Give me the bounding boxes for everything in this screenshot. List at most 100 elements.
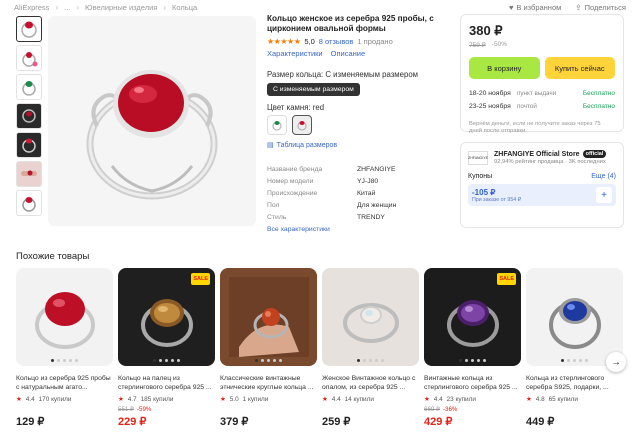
delivery-row[interactable]: 18-20 ноября пункт выдачи Бесплатно — [469, 87, 615, 100]
chevron-right-icon: › — [76, 2, 80, 12]
product-card[interactable]: SALE Винтажные кольца из стерлингового с… — [424, 268, 521, 428]
star-icon: ★ — [424, 396, 430, 403]
breadcrumb-item[interactable]: AliExpress — [14, 3, 49, 12]
product-card-image[interactable] — [16, 268, 113, 366]
card-price: 129 ₽ — [16, 416, 45, 428]
product-card[interactable]: Женское Винтажное кольцо с опалом, из се… — [322, 268, 419, 428]
thumbnail[interactable] — [16, 161, 42, 187]
card-price: 379 ₽ — [220, 416, 249, 428]
product-card-image[interactable]: SALE — [424, 268, 521, 366]
color-swatch-red[interactable] — [292, 115, 312, 135]
coupons-more-link[interactable]: Еще (4) — [591, 173, 616, 180]
delivery-way: почтой — [517, 103, 537, 110]
breadcrumb-item[interactable]: ... — [64, 3, 70, 12]
buy-now-button[interactable]: Купить сейчас — [544, 57, 615, 79]
card-rating: 4.4 — [331, 395, 341, 403]
share-button[interactable]: ⇪ Поделиться — [575, 3, 626, 12]
top-bar: AliExpress › ... › Ювелирные изделия › К… — [0, 0, 640, 14]
spec-value: YJ-J80 — [357, 177, 379, 185]
rating-value: 5,0 — [304, 37, 315, 46]
card-old-price: 551 ₽ — [118, 406, 134, 413]
card-sold: 65 купили — [548, 395, 578, 403]
card-sold: 185 купили — [140, 395, 174, 403]
spec-key: Пол — [267, 201, 280, 209]
color-swatch-green[interactable] — [267, 115, 287, 135]
spec-row: Номер модели YJ-J80 — [267, 175, 447, 187]
star-icon: ★ — [220, 396, 226, 403]
store-box: ZHFANGIYE ZHFANGIYE Official Store offic… — [460, 142, 624, 228]
product-card-image[interactable]: SALE — [118, 268, 215, 366]
main-product-image[interactable] — [48, 16, 256, 226]
description-link[interactable]: Описание — [331, 49, 366, 58]
product-card[interactable]: SALE Кольцо на палец из стерлингового се… — [118, 268, 215, 428]
card-discount: -59% — [136, 406, 152, 413]
chevron-right-icon: › — [163, 2, 167, 12]
add-coupon-button[interactable]: + — [596, 187, 612, 203]
product-title: Кольцо женское из серебра 925 пробы, с ц… — [267, 14, 434, 33]
thumbnail[interactable] — [16, 103, 42, 129]
spec-key: Происхождение — [267, 189, 318, 197]
delivery-date: 18-20 ноября — [469, 90, 511, 97]
product-card-image[interactable] — [526, 268, 623, 366]
store-header[interactable]: ZHFANGIYE ZHFANGIYE Official Store offic… — [468, 150, 616, 165]
thumbnail[interactable] — [16, 132, 42, 158]
product-info: Кольцо женское из серебра 925 пробы, с ц… — [267, 14, 447, 233]
current-price: 380 ₽ — [469, 23, 503, 38]
reviews-link[interactable]: 8 отзывов — [319, 37, 354, 46]
breadcrumb-item[interactable]: Ювелирные изделия — [85, 3, 157, 12]
buy-box: 380 ₽ 759 ₽ -50% В корзину Купить сейчас… — [460, 14, 624, 134]
favorites-label: В избранном — [516, 2, 562, 12]
sale-badge: SALE — [497, 273, 516, 285]
product-card-title: Кольцо из серебра 925 пробы с натуральны… — [16, 375, 111, 391]
specs-link[interactable]: Характеристики — [267, 49, 323, 58]
thumbnail-list — [16, 16, 42, 216]
delivery-cost: Бесплатно — [582, 103, 615, 110]
star-icon: ★ — [118, 396, 124, 403]
color-swatches — [267, 115, 447, 135]
card-rating: 4.8 — [535, 395, 545, 403]
breadcrumb-item[interactable]: Кольца — [172, 3, 197, 12]
card-price: 449 ₽ — [526, 416, 555, 428]
favorites-button[interactable]: ♥ В избранном — [509, 3, 561, 12]
card-sold: 14 купили — [344, 395, 374, 403]
spec-row: Пол Для женщин — [267, 199, 447, 211]
add-to-cart-button[interactable]: В корзину — [469, 57, 540, 79]
card-sold: 170 купили — [38, 395, 72, 403]
coupons-label: Купоны — [468, 173, 493, 180]
all-specs-link[interactable]: Все характеристики — [267, 226, 447, 233]
returns-note: Вернём деньги, если не получите заказ че… — [469, 121, 601, 134]
product-card[interactable]: Кольца из стерлингового серебра S925, по… — [526, 268, 623, 428]
spec-value: ZHFANGIYE — [357, 165, 396, 173]
product-card-image[interactable] — [322, 268, 419, 366]
carousel-next-button[interactable]: → — [606, 352, 626, 372]
spec-row: Стиль TRENDY — [267, 211, 447, 223]
delivery-date: 23-25 ноября — [469, 103, 511, 110]
color-label: Цвет камня: red — [267, 103, 325, 112]
official-badge: official — [582, 150, 607, 158]
product-card[interactable]: Кольцо из серебра 925 пробы с натуральны… — [16, 268, 113, 428]
card-price: 259 ₽ — [322, 416, 351, 428]
size-table-link[interactable]: ▤ Таблица размеров — [267, 141, 447, 150]
thumbnail[interactable] — [16, 190, 42, 216]
sold-count: 1 продано — [357, 37, 393, 46]
spec-row: Название бренда ZHFANGIYE — [267, 163, 447, 175]
ruler-icon: ▤ — [267, 142, 274, 149]
thumbnail[interactable] — [16, 16, 42, 42]
product-card[interactable]: Классические винтажные этнические круглы… — [220, 268, 317, 428]
product-card-image[interactable] — [220, 268, 317, 366]
card-rating: 4.4 — [25, 395, 35, 403]
star-rating-icon: ★★★★★ — [267, 37, 301, 46]
delivery-row[interactable]: 23-25 ноября почтой Бесплатно — [469, 100, 615, 113]
thumbnail[interactable] — [16, 74, 42, 100]
card-price: 429 ₽ — [424, 416, 453, 428]
delivery-options: 18-20 ноября пункт выдачи Бесплатно 23-2… — [469, 87, 615, 113]
spec-row: Происхождение Китай — [267, 187, 447, 199]
coupon-card[interactable]: -105 ₽ При заказе от 954 ₽ + — [468, 184, 616, 206]
size-table-label: Таблица размеров — [276, 141, 338, 149]
star-icon: ★ — [526, 396, 532, 403]
coupon-condition: При заказе от 954 ₽ — [472, 196, 522, 203]
store-rating: 92,94% рейтинг продавца · 3K последних — [494, 159, 606, 165]
thumbnail[interactable] — [16, 45, 42, 71]
spec-value: Для женщин — [357, 201, 397, 209]
size-option[interactable]: С изменяемым размером — [267, 83, 360, 96]
